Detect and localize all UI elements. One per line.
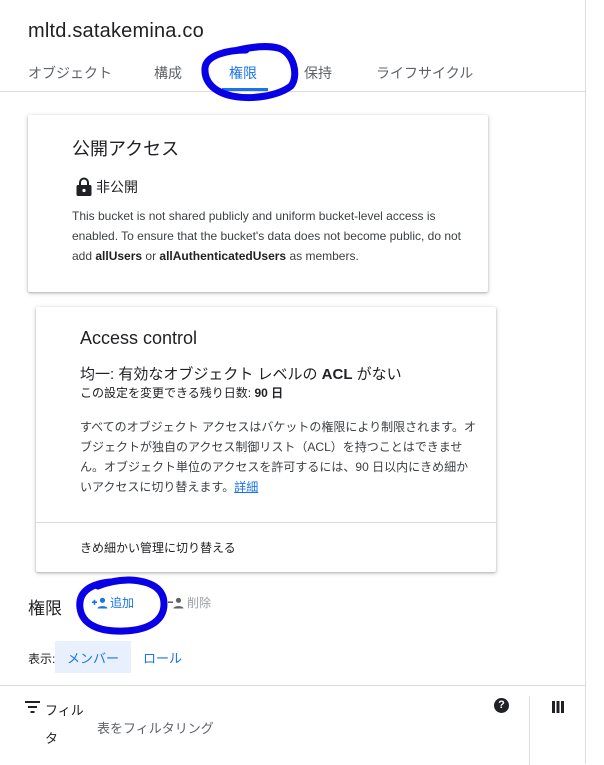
tab-objects[interactable]: オブジェクト (28, 63, 112, 83)
view-label: 表示: (28, 652, 56, 666)
public-access-description: This bucket is not shared publicly and u… (72, 209, 462, 263)
remove-person-icon (168, 597, 184, 608)
public-access-card: 公開アクセス 非公開 This bucket is not shared pub… (28, 115, 488, 292)
delete-label: 削除 (187, 596, 212, 610)
uniform-access-status: 均一: 有効なオブジェクト レベルの ACL がない (80, 366, 402, 383)
view-members-button[interactable]: メンバー (55, 641, 131, 673)
permissions-title: 権限 (28, 599, 62, 618)
tab-bar: オブジェクト 構成 権限 保持 ライフサイクル (0, 55, 585, 92)
active-tab-indicator (222, 88, 268, 91)
view-roles-button[interactable]: ロール (143, 641, 183, 673)
column-divider (529, 696, 530, 765)
access-control-title: Access control (80, 328, 198, 348)
details-link[interactable]: 詳細 (234, 480, 258, 494)
remaining-days: この設定を変更できる残り日数: 90 日 (80, 386, 284, 400)
tab-permissions[interactable]: 権限 (229, 63, 257, 83)
lock-icon (76, 177, 92, 196)
access-control-card: Access control 均一: 有効なオブジェクト レベルの ACL がな… (36, 307, 496, 572)
filter-label: フィルタ (45, 703, 84, 746)
add-person-icon (92, 597, 108, 608)
tab-lifecycle[interactable]: ライフサイクル (376, 63, 473, 83)
card-divider (36, 522, 496, 523)
access-control-description: すべてのオブジェクト アクセスはバケットの権限により制限されます。オブジェクトが… (80, 420, 476, 494)
bucket-title: mltd.satakemina.co (28, 20, 204, 42)
tab-configuration[interactable]: 構成 (154, 63, 182, 83)
right-border (585, 0, 586, 764)
filter-bar: フィルタ 表をフィルタリング ? (0, 685, 585, 765)
add-label: 追加 (110, 596, 135, 610)
filter-icon (25, 701, 40, 713)
public-access-status: 非公開 (96, 179, 138, 195)
help-icon[interactable]: ? (494, 698, 509, 713)
all-authenticated-users-term: allAuthenticatedUsers (159, 249, 287, 263)
switch-fine-grained-button[interactable]: きめ細かい管理に切り替える (80, 539, 236, 556)
filter-input[interactable]: 表をフィルタリング (97, 718, 214, 737)
delete-member-button[interactable]: 削除 (168, 594, 211, 611)
all-users-term: allUsers (95, 249, 143, 263)
columns-icon[interactable] (552, 701, 564, 713)
tab-retention[interactable]: 保持 (304, 63, 332, 83)
add-member-button[interactable]: 追加 (92, 594, 134, 611)
public-access-title: 公開アクセス (72, 139, 180, 159)
